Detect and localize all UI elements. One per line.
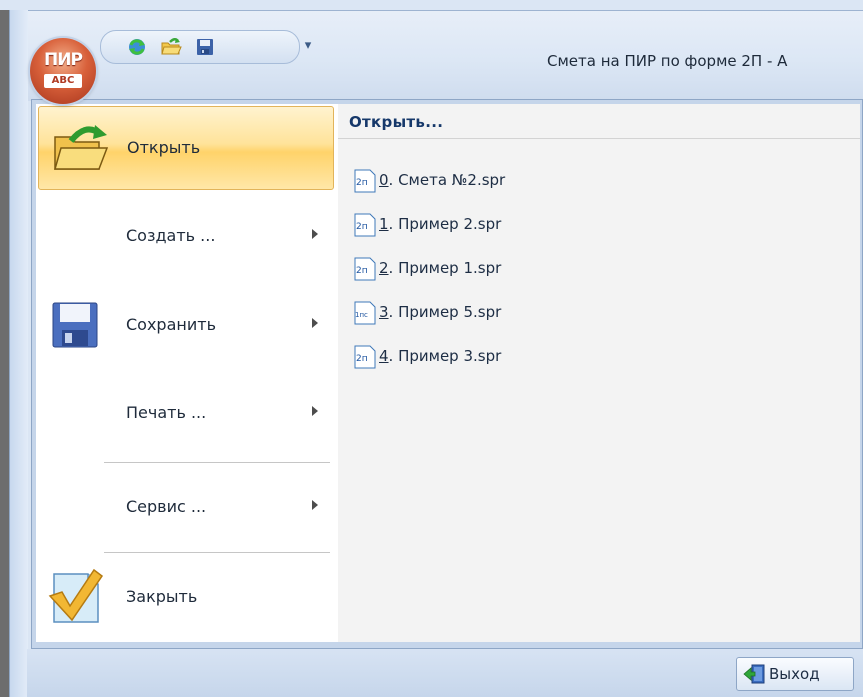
exit-button-label: Выход xyxy=(769,665,820,683)
application-menu: Открыть Создать ... Сохранить Печать ... xyxy=(31,99,863,649)
application-menu-button[interactable]: ПИР АВС xyxy=(30,38,96,104)
recent-item-text: 2. Пример 1.spr xyxy=(379,259,502,277)
recent-item-text: 3. Пример 5.spr xyxy=(379,303,502,321)
svg-text:2п: 2п xyxy=(356,178,368,188)
menu-item-service[interactable]: Сервис ... xyxy=(38,466,334,550)
recent-documents-pane: Открыть... 2п 0. Смета №2.spr 2п 1. Прим… xyxy=(338,104,860,642)
document-2p-icon: 2п xyxy=(354,169,376,193)
menu-separator xyxy=(104,462,330,464)
refresh-icon xyxy=(129,39,145,55)
application-window: Смета на ПИР по форме 2П - А ▾ ПИР АВС О… xyxy=(0,0,863,697)
desktop-edge xyxy=(0,10,9,697)
menu-item-save[interactable]: Сохранить xyxy=(38,284,334,368)
recent-item-3[interactable]: 1пс 3. Пример 5.spr xyxy=(346,298,846,328)
open-folder-icon xyxy=(161,38,182,55)
recent-item-text: 1. Пример 2.spr xyxy=(379,215,502,233)
submenu-arrow-icon xyxy=(312,500,318,510)
floppy-disk-icon xyxy=(52,302,98,348)
submenu-arrow-icon xyxy=(312,406,318,416)
document-2p-icon: 2п xyxy=(354,213,376,237)
menu-item-label: Открыть xyxy=(127,138,201,157)
submenu-arrow-icon xyxy=(312,318,318,328)
window-left-frame xyxy=(9,10,28,697)
recent-item-text: 0. Смета №2.spr xyxy=(379,171,506,189)
recent-item-2[interactable]: 2п 2. Пример 1.spr xyxy=(346,254,846,284)
recent-documents-header: Открыть... xyxy=(338,104,860,139)
recent-header-label: Открыть... xyxy=(349,113,444,131)
quick-access-toolbar xyxy=(100,30,300,64)
open-folder-icon xyxy=(54,125,109,170)
menu-item-label: Закрыть xyxy=(126,587,198,606)
qat-customize-dropdown[interactable]: ▾ xyxy=(296,34,320,58)
window-title: Смета на ПИР по форме 2П - А xyxy=(547,52,788,70)
svg-text:2п: 2п xyxy=(356,354,368,364)
exit-button[interactable]: Выход xyxy=(736,657,854,691)
recent-item-1[interactable]: 2п 1. Пример 2.spr xyxy=(346,210,846,240)
qat-refresh-button[interactable] xyxy=(125,36,149,58)
checkmark-document-icon xyxy=(48,568,104,623)
menu-separator xyxy=(104,552,330,554)
menu-commands-pane: Открыть Создать ... Сохранить Печать ... xyxy=(36,104,339,642)
recent-item-0[interactable]: 2п 0. Смета №2.spr xyxy=(346,166,846,196)
recent-item-text: 4. Пример 3.spr xyxy=(379,347,502,365)
menu-item-print[interactable]: Печать ... xyxy=(38,372,334,456)
app-logo-subtext: АВС xyxy=(44,74,82,88)
svg-text:1пс: 1пс xyxy=(355,311,368,319)
menu-item-open[interactable]: Открыть xyxy=(38,106,334,190)
menu-item-close[interactable]: Закрыть xyxy=(38,556,334,640)
menu-item-create[interactable]: Создать ... xyxy=(38,195,334,279)
svg-text:2п: 2п xyxy=(356,266,368,276)
document-2p-icon: 2п xyxy=(354,345,376,369)
menu-item-label: Создать ... xyxy=(126,226,216,245)
submenu-arrow-icon xyxy=(312,229,318,239)
menu-item-label: Сохранить xyxy=(126,315,216,334)
qat-open-button[interactable] xyxy=(159,36,183,58)
document-1ps-icon: 1пс xyxy=(354,301,376,325)
recent-item-4[interactable]: 2п 4. Пример 3.spr xyxy=(346,342,846,372)
app-logo-text: ПИР xyxy=(44,50,83,70)
document-2p-icon: 2п xyxy=(354,257,376,281)
menu-item-label: Печать ... xyxy=(126,403,207,422)
svg-text:2п: 2п xyxy=(356,222,368,232)
menu-item-label: Сервис ... xyxy=(126,497,207,516)
save-icon xyxy=(197,39,213,55)
qat-save-button[interactable] xyxy=(193,36,217,58)
exit-door-icon xyxy=(743,664,765,684)
